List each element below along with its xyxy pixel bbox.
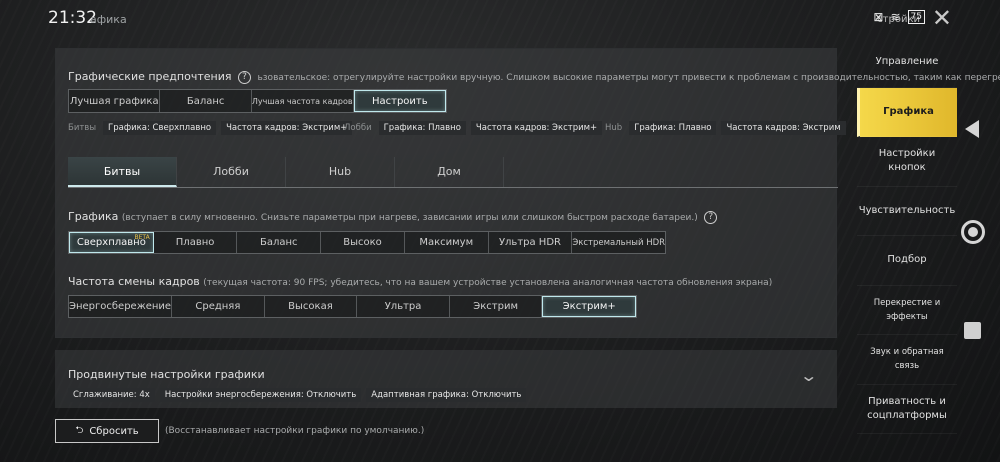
recent-apps-icon[interactable] bbox=[964, 322, 981, 339]
framerate-selector: Энергосбережение Средняя Высокая Ультра Экст… bbox=[68, 295, 637, 318]
graphics-quality-option-label: Ультра HDR bbox=[498, 237, 561, 248]
graphics-preference-option-label: Баланс bbox=[186, 95, 225, 107]
sidebar-item[interactable]: Звук и обратная связь bbox=[857, 335, 957, 385]
advanced-chip: Сглаживание: 4x bbox=[68, 388, 155, 402]
profile-label: Битвы bbox=[68, 123, 97, 133]
mode-tab[interactable]: Дом bbox=[395, 157, 504, 187]
graphics-preference-option[interactable]: Настроить bbox=[353, 90, 447, 112]
mode-tab[interactable]: Hub bbox=[286, 157, 395, 187]
sidebar-item[interactable]: Управление bbox=[857, 38, 957, 88]
framerate-option[interactable]: Высокая bbox=[265, 296, 358, 317]
home-icon[interactable] bbox=[961, 220, 985, 244]
sidebar-item[interactable]: Чувствительность bbox=[857, 187, 957, 236]
status-bar: 21:32 афика стройки ⊠ ≋ 75 ✕ bbox=[0, 0, 1000, 36]
framerate-option[interactable]: Средняя bbox=[172, 296, 265, 317]
profile-summary-hub: Hub Графика: Плавно Частота кадров: Экст… bbox=[605, 121, 846, 135]
wifi-icon: ≋ bbox=[890, 10, 901, 24]
graphics-preferences-title: Графические предпочтения bbox=[68, 70, 232, 83]
advanced-graphics-section[interactable]: Продвинутые настройки графики ⌄ Сглажива… bbox=[55, 350, 837, 408]
sidebar-item[interactable]: Приватность и соцплатформы bbox=[857, 385, 957, 434]
sidebar-item[interactable]: Графика bbox=[857, 87, 957, 137]
graphics-quality-option[interactable]: Баланс bbox=[237, 232, 322, 253]
graphics-quality-option[interactable]: Максимум bbox=[405, 232, 489, 253]
graphics-quality-option-label: Максимум bbox=[419, 237, 474, 248]
profile-chip: Графика: Плавно bbox=[378, 121, 466, 135]
framerate-option-label: Высокая bbox=[288, 301, 333, 312]
profile-label: Hub bbox=[605, 123, 623, 133]
profile-chip: Частота кадров: Экстрим+ bbox=[221, 121, 353, 135]
graphics-quality-option-label: Высоко bbox=[343, 237, 382, 248]
graphics-preference-option-label: Настроить bbox=[371, 95, 428, 107]
framerate-option-label: Экстрим bbox=[473, 301, 519, 312]
graphics-quality-option[interactable]: Плавно bbox=[154, 232, 238, 253]
graphics-quality-option[interactable]: Высоко bbox=[321, 232, 405, 253]
framerate-option[interactable]: Экстрим+ bbox=[542, 296, 637, 317]
close-icon[interactable]: ✕ bbox=[932, 6, 952, 30]
framerate-option-label: Экстрим+ bbox=[562, 301, 616, 312]
reset-note: (Восстанавливает настройки графики по ум… bbox=[165, 426, 425, 436]
settings-sidebar: Управление Графика Настройки кнопок Чувстви… bbox=[857, 38, 957, 462]
profile-summary-battle: Битвы Графика: Сверхплавно Частота кадро… bbox=[68, 121, 353, 135]
sidebar-item[interactable]: Настройки кнопок bbox=[857, 137, 957, 187]
sidebar-item[interactable]: Перекрестие и эффекты bbox=[857, 286, 957, 335]
profile-summary-lobby: Лобби Графика: Плавно Частота кадров: Эк… bbox=[344, 121, 603, 135]
graphics-quality-option-label: Плавно bbox=[175, 237, 215, 248]
framerate-title: Частота смены кадров bbox=[68, 275, 200, 288]
help-icon[interactable]: ? bbox=[237, 70, 251, 84]
graphics-quality-option-label: Баланс bbox=[260, 237, 298, 248]
graphics-quality-title: Графика bbox=[68, 210, 119, 223]
framerate-option-label: Ультра bbox=[384, 301, 422, 312]
system-navigation-bar bbox=[957, 0, 1000, 462]
sidebar-item[interactable]: Подбор bbox=[857, 236, 957, 286]
advanced-chip: Настройки энергосбережения: Отключить bbox=[159, 388, 362, 402]
graphics-quality-option[interactable]: Сверхплавно BETA bbox=[69, 232, 154, 253]
graphics-preference-option[interactable]: Лучшая графика bbox=[69, 90, 161, 112]
back-icon[interactable] bbox=[965, 120, 979, 138]
graphics-preference-option-label: Лучшая графика bbox=[69, 95, 159, 107]
graphics-preference-option[interactable]: Лучшая частота кадров bbox=[252, 90, 354, 112]
framerate-option-label: Энергосбережение bbox=[69, 301, 172, 312]
profile-chip: Графика: Плавно bbox=[629, 121, 717, 135]
framerate-option[interactable]: Экстрим bbox=[450, 296, 543, 317]
framerate-option[interactable]: Ультра bbox=[357, 296, 450, 317]
mode-tab[interactable]: Лобби bbox=[177, 157, 286, 187]
framerate-header: Частота смены кадров (текущая частота: 9… bbox=[68, 275, 772, 288]
graphics-quality-selector: Сверхплавно BETA Плавно Баланс Высоко Максиму… bbox=[68, 231, 666, 254]
profile-chip: Частота кадров: Экстрим+ bbox=[470, 121, 603, 135]
framerate-hint: (текущая частота: 90 FPS; убедитесь, что… bbox=[203, 278, 773, 288]
beta-badge: BETA bbox=[134, 234, 150, 241]
graphics-quality-option[interactable]: Экстремальный HDR bbox=[572, 232, 665, 253]
advanced-chip: Адаптивная графика: Отключить bbox=[366, 388, 527, 402]
mode-tabs: Битвы Лобби Hub Дом bbox=[68, 157, 838, 188]
system-icons: ⊠ ≋ 75 bbox=[873, 10, 925, 24]
framerate-option-label: Средняя bbox=[195, 301, 241, 312]
help-icon[interactable]: ? bbox=[704, 210, 718, 224]
profile-chip: Графика: Сверхплавно bbox=[103, 121, 217, 135]
advanced-summary: Сглаживание: 4x Настройки энергосбережен… bbox=[68, 388, 527, 402]
profile-chip: Частота кадров: Экстрим bbox=[721, 121, 846, 135]
graphics-quality-header: Графика (вступает в силу мгновенно. Сниз… bbox=[68, 210, 720, 224]
undo-icon: ⮌ bbox=[75, 424, 84, 436]
page-breadcrumb: афика bbox=[90, 13, 127, 26]
graphics-quality-hint: (вступает в силу мгновенно. Снизьте пара… bbox=[121, 213, 698, 223]
graphics-preference-option-label: Лучшая частота кадров bbox=[251, 96, 353, 106]
mode-tab[interactable]: Битвы bbox=[68, 157, 177, 187]
chevron-down-icon[interactable]: ⌄ bbox=[799, 366, 818, 385]
profile-label: Лобби bbox=[344, 123, 372, 133]
graphics-quality-option[interactable]: Ультра HDR bbox=[489, 232, 573, 253]
graphics-preference-option[interactable]: Баланс bbox=[160, 90, 252, 112]
advanced-graphics-title: Продвинутые настройки графики bbox=[68, 368, 265, 381]
reset-button[interactable]: ⮌ Сбросить bbox=[55, 419, 159, 443]
reset-label: Сбросить bbox=[89, 425, 139, 437]
battery-icon: 75 bbox=[907, 10, 925, 24]
graphics-preference-selector: Лучшая графика Баланс Лучшая частота кадро… bbox=[68, 89, 447, 113]
framerate-option[interactable]: Энергосбережение bbox=[69, 296, 173, 317]
sim-off-icon: ⊠ bbox=[873, 10, 884, 24]
graphics-quality-option-label: Экстремальный HDR bbox=[572, 237, 666, 248]
